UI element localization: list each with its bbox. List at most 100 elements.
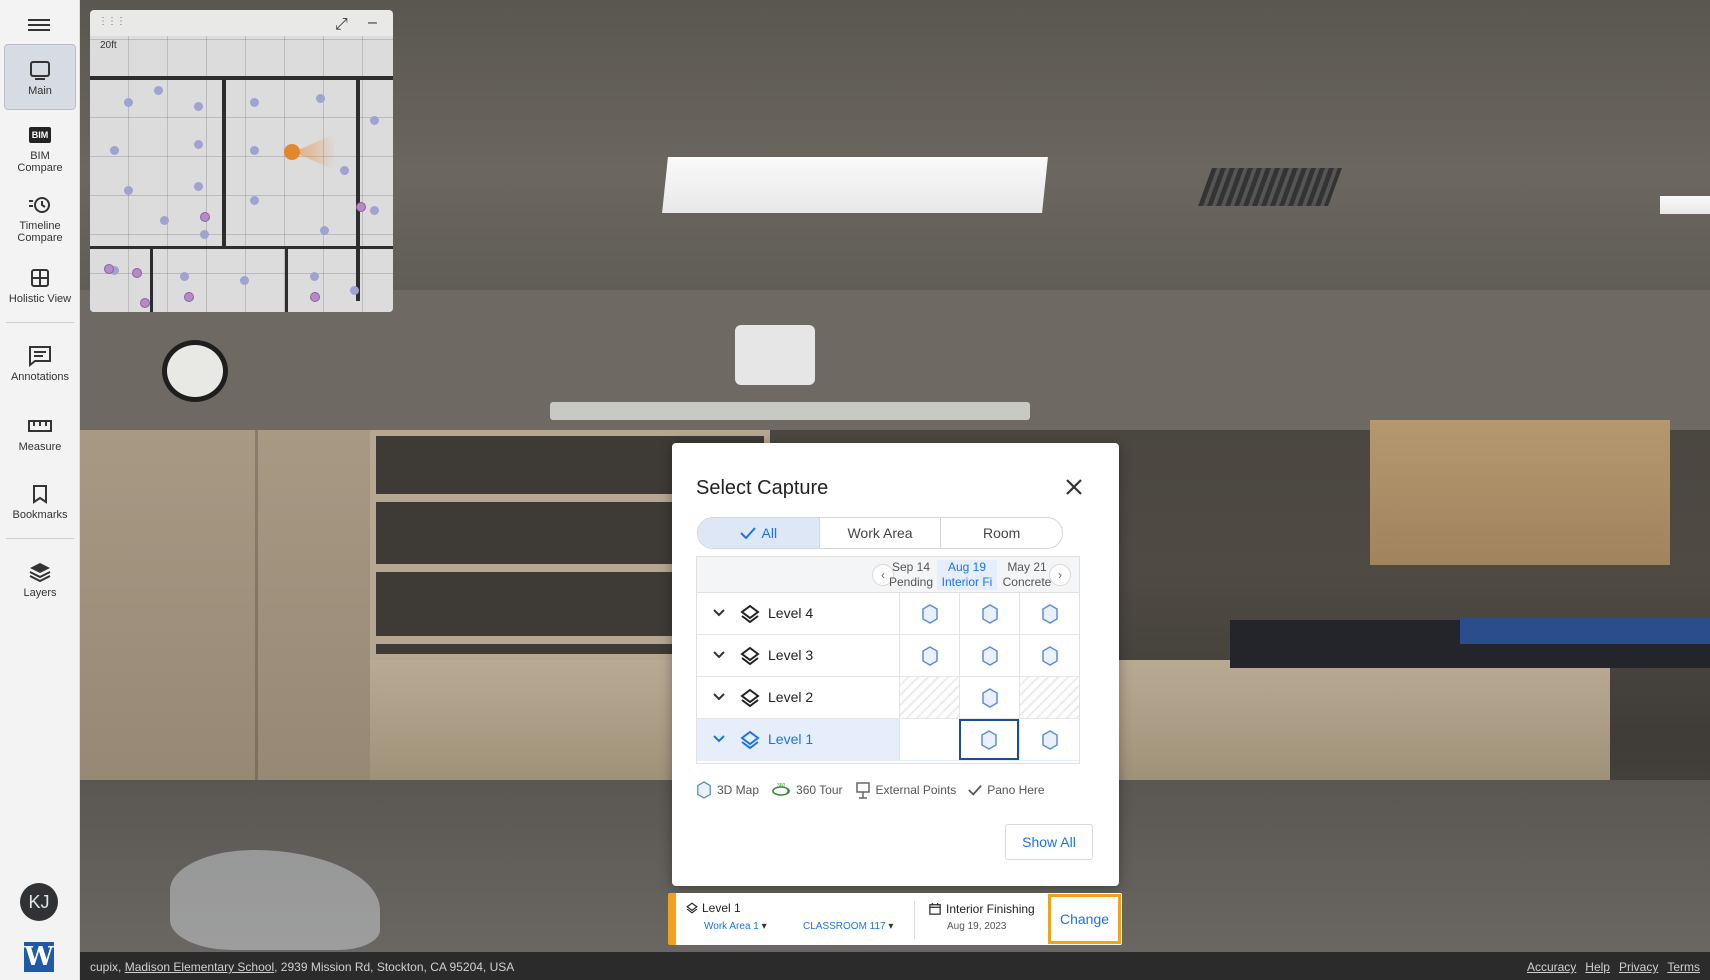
- tour-360-icon: 360: [772, 783, 791, 796]
- floorplan-minimap[interactable]: ⋮⋮⋮ ⤢ – 20ft: [90, 10, 393, 312]
- cube-icon: [697, 781, 711, 799]
- layers-icon: [740, 646, 760, 666]
- chevron-right-icon[interactable]: ›: [1049, 564, 1071, 586]
- minimize-icon[interactable]: –: [368, 14, 377, 32]
- sidebar-item-layers[interactable]: Layers: [4, 556, 76, 602]
- ceiling-light: [1660, 196, 1710, 214]
- footer: cupix, Madison Elementary School, 2939 M…: [80, 952, 1710, 980]
- cube-icon: [921, 645, 938, 666]
- level-row[interactable]: Level 3: [697, 635, 1079, 677]
- capture-cell[interactable]: [1019, 719, 1079, 760]
- room-dropdown[interactable]: CLASSROOM 117 ▾: [803, 921, 893, 932]
- sidebar-item-label: Layers: [23, 586, 57, 599]
- select-capture-dialog: Select Capture All Work Area Room ‹ Sep …: [672, 443, 1119, 886]
- layers-icon: [740, 604, 760, 624]
- cube-icon: [981, 603, 998, 624]
- level-row-selected[interactable]: Level 1: [697, 719, 1079, 761]
- capture-cell-current[interactable]: [959, 719, 1019, 760]
- sidebar-item-bookmarks[interactable]: Bookmarks: [4, 478, 76, 524]
- minimap-toolbar: ⋮⋮⋮ ⤢ –: [90, 10, 393, 36]
- counter-cover: [1460, 618, 1710, 644]
- svg-text:360: 360: [777, 783, 786, 789]
- cube-icon: [1041, 645, 1058, 666]
- sidebar-item-main[interactable]: Main: [4, 44, 76, 110]
- check-icon: [968, 785, 983, 796]
- sidebar-item-timeline-compare[interactable]: Timeline Compare: [4, 188, 76, 248]
- level-row[interactable]: Level 2: [697, 677, 1079, 719]
- capture-cell[interactable]: [1019, 635, 1079, 676]
- project-link[interactable]: Madison Elementary School: [125, 960, 274, 974]
- current-position-marker: [284, 144, 300, 160]
- tab-all[interactable]: All: [698, 518, 820, 548]
- timeline-icon: [27, 193, 53, 217]
- capture-cell[interactable]: [1019, 593, 1079, 634]
- chevron-down-icon[interactable]: [711, 605, 727, 621]
- sidebar-item-bim-compare[interactable]: BIM BIM Compare: [4, 118, 76, 178]
- level-label: Level 1: [768, 731, 814, 747]
- level-label: Level 3: [768, 647, 814, 663]
- sidebar-item-measure[interactable]: Measure: [4, 410, 76, 456]
- cube-icon: [981, 687, 998, 708]
- column-header[interactable]: Sep 14 Pending: [881, 560, 941, 590]
- layers-icon: [27, 560, 53, 584]
- grid-icon: [27, 266, 53, 290]
- capture-cell[interactable]: [959, 593, 1019, 634]
- sidebar-item-annotations[interactable]: Annotations: [4, 340, 76, 386]
- level-selector[interactable]: Level 1: [686, 901, 741, 915]
- change-button[interactable]: Change: [1048, 894, 1121, 944]
- drag-handle-icon[interactable]: ⋮⋮⋮: [98, 16, 126, 27]
- close-icon[interactable]: [1060, 473, 1088, 501]
- capture-cell[interactable]: [959, 677, 1019, 718]
- capture-cell[interactable]: [959, 635, 1019, 676]
- cube-icon: [1041, 603, 1058, 624]
- level-row[interactable]: Level 4: [697, 593, 1079, 635]
- menu-icon[interactable]: [28, 16, 50, 32]
- capture-date: Aug 19, 2023: [947, 921, 1007, 932]
- column-header[interactable]: May 21 Concrete: [997, 560, 1057, 590]
- ruler-icon: [27, 414, 53, 438]
- column-header-selected[interactable]: Aug 19 Interior Fi: [937, 560, 997, 590]
- chevron-down-icon[interactable]: [711, 689, 727, 705]
- annotation-icon: [27, 344, 53, 368]
- ceiling-vent: [1198, 168, 1342, 206]
- sidebar-item-label: Annotations: [10, 370, 70, 383]
- capture-cell-empty: [899, 719, 959, 760]
- layers-icon: [686, 902, 698, 914]
- scale-label: 20ft: [100, 40, 117, 51]
- show-all-button[interactable]: Show All: [1005, 824, 1093, 860]
- sidebar-item-label: BIM Compare: [17, 149, 63, 174]
- sidebar-item-label: Timeline Compare: [17, 219, 63, 244]
- sidebar-item-label: Main: [28, 84, 52, 97]
- divider: [6, 538, 74, 539]
- projector: [735, 325, 815, 385]
- legend: 3D Map 360 360 Tour External Points Pano…: [696, 781, 1045, 799]
- legend-360-tour: 360 360 Tour: [771, 782, 843, 798]
- sidebar-item-label: Measure: [18, 440, 62, 453]
- expand-icon[interactable]: ⤢: [335, 16, 348, 34]
- divider: [6, 322, 74, 323]
- calendar-icon: [929, 903, 941, 915]
- floorplan[interactable]: [90, 36, 393, 312]
- help-link[interactable]: Help: [1585, 960, 1610, 974]
- tab-work-area[interactable]: Work Area: [820, 518, 942, 548]
- external-points-icon: [855, 782, 870, 799]
- capture-cell[interactable]: [899, 593, 959, 634]
- chevron-down-icon[interactable]: [711, 731, 727, 747]
- footer-links: Accuracy Help Privacy Terms: [1527, 960, 1700, 974]
- accuracy-link[interactable]: Accuracy: [1527, 960, 1576, 974]
- layers-icon: [740, 730, 760, 750]
- sidebar-item-label: Holistic View: [8, 292, 72, 305]
- tab-room[interactable]: Room: [941, 518, 1062, 548]
- upper-cabinet: [1370, 420, 1670, 565]
- sidebar-item-holistic-view[interactable]: Holistic View: [4, 262, 76, 308]
- legend-3d-map: 3D Map: [696, 781, 759, 799]
- chevron-down-icon[interactable]: [711, 647, 727, 663]
- privacy-link[interactable]: Privacy: [1619, 960, 1658, 974]
- legend-external-points: External Points: [855, 781, 956, 799]
- capture-cell[interactable]: [899, 635, 959, 676]
- terms-link[interactable]: Terms: [1667, 960, 1700, 974]
- avatar[interactable]: KJ: [20, 883, 58, 921]
- app-logo[interactable]: W: [24, 942, 54, 972]
- work-area-dropdown[interactable]: Work Area 1 ▾: [704, 921, 767, 932]
- divider: [914, 901, 915, 939]
